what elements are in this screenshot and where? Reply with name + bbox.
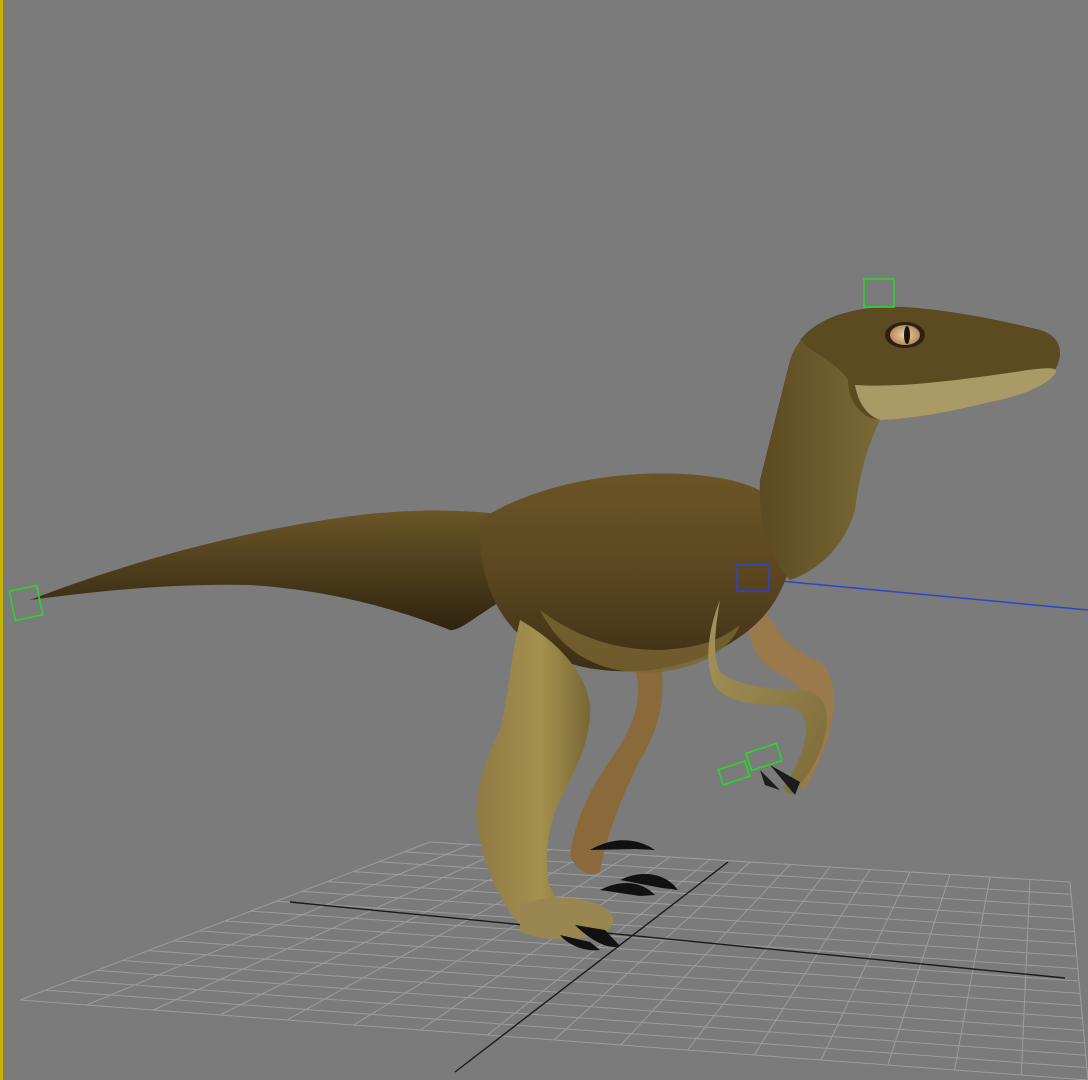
grid-line [199, 930, 1081, 994]
tail-control[interactable] [8, 584, 44, 622]
tail [30, 510, 520, 631]
3d-viewport[interactable] [0, 0, 1088, 1080]
grid-line [378, 861, 1073, 908]
selected-control-axis-line [769, 579, 1088, 611]
grid-line [45, 989, 1087, 1069]
viewport-canvas[interactable] [0, 0, 1088, 1080]
grid-axis-x [289, 901, 1066, 979]
far-leg [570, 640, 663, 875]
foot-control[interactable] [717, 760, 751, 786]
grid-line [173, 940, 1082, 1007]
grid-axis-z [454, 861, 729, 1073]
grid-line [250, 910, 1078, 970]
grid-line [71, 979, 1086, 1056]
near-leg [476, 620, 605, 939]
grid-line [276, 900, 1077, 957]
hand-control[interactable] [744, 742, 784, 772]
head-control[interactable] [863, 278, 895, 308]
eye-pupil [904, 326, 910, 344]
grid-line [224, 920, 1080, 982]
ground-grid [19, 841, 1088, 1080]
grid-line [353, 871, 1074, 920]
velociraptor-model[interactable] [30, 306, 1061, 951]
grid-line [19, 999, 1088, 1080]
grid-line [96, 969, 1085, 1044]
